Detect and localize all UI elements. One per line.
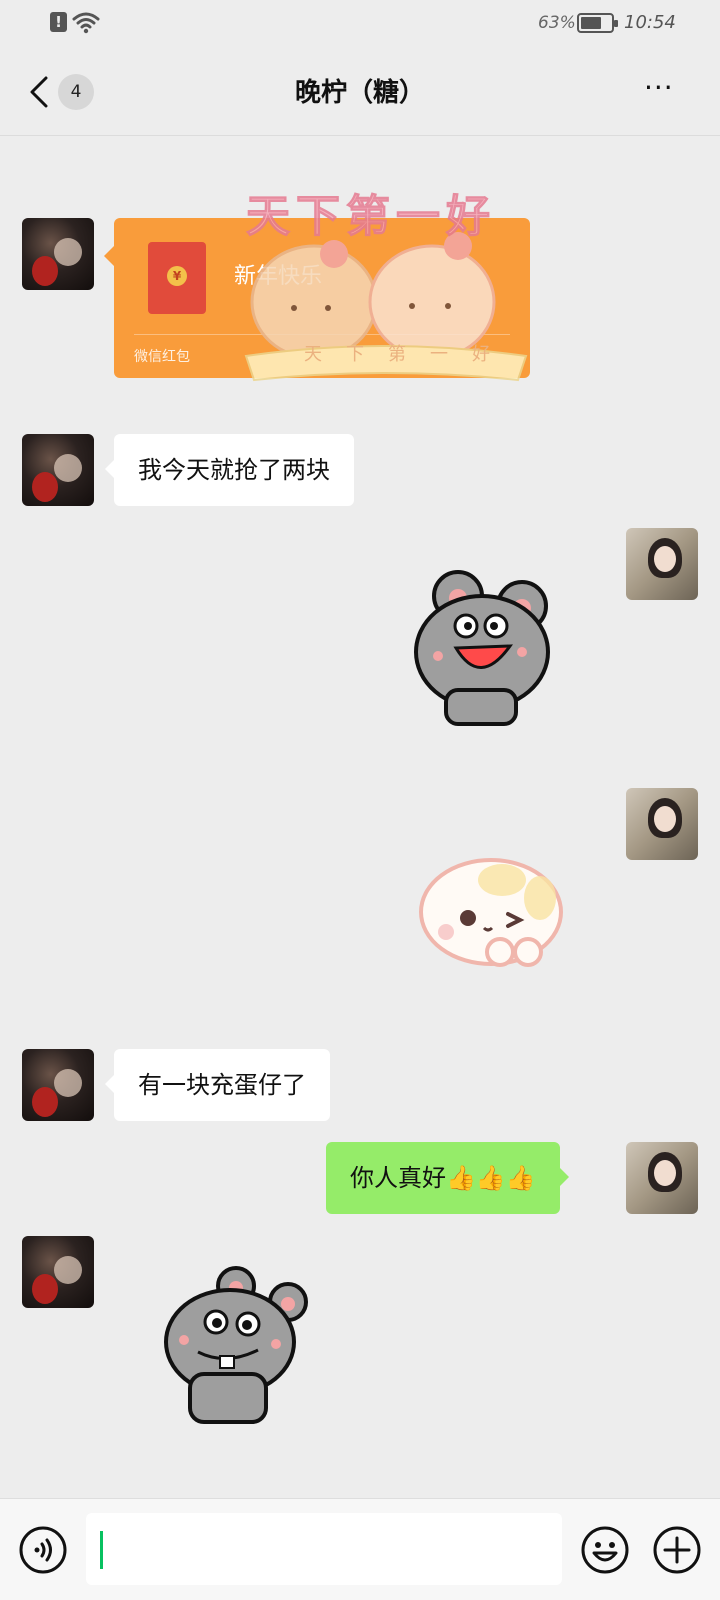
white-cat-wink-sticker-icon[interactable] [416, 854, 566, 978]
gray-mouse-laughing-sticker-icon[interactable] [410, 564, 560, 734]
message-input[interactable] [86, 1513, 562, 1585]
my-avatar[interactable] [626, 788, 698, 860]
gray-mouse-buck-teeth-sticker-icon[interactable] [160, 1266, 310, 1430]
back-chevron-icon [30, 76, 48, 108]
chat-title: 晚柠（糖） [294, 78, 425, 108]
incoming-message-bubble[interactable]: 我今天就抢了两块 [105, 434, 354, 506]
friend-avatar[interactable] [22, 1049, 94, 1121]
friend-avatar[interactable] [22, 434, 94, 506]
my-avatar[interactable] [626, 1142, 698, 1214]
back-button[interactable]: 4 [24, 68, 96, 116]
voice-icon[interactable] [18, 1525, 68, 1575]
status-time: 10:54 [624, 12, 676, 33]
red-envelope-icon: ¥ [148, 242, 206, 314]
alert-icon: ! [50, 12, 67, 32]
wifi-icon [72, 12, 100, 34]
coin-icon: ¥ [167, 266, 187, 286]
more-icon[interactable]: ··· [644, 74, 692, 106]
battery-icon [577, 13, 618, 33]
my-avatar[interactable] [626, 528, 698, 600]
emoji-icon[interactable] [580, 1525, 630, 1575]
red-packet-label: 微信红包 [134, 349, 190, 365]
plus-icon[interactable] [652, 1525, 702, 1575]
overlay-sticker[interactable]: 天下第一好 天下第一好 [236, 180, 536, 396]
overlay-sticker-title: 天下第一好 [246, 191, 496, 243]
input-bar [0, 1498, 720, 1600]
status-bar: ! 63% 10:54 [0, 0, 720, 48]
text-cursor [100, 1531, 103, 1569]
unread-count-badge: 4 [58, 74, 94, 110]
chat-screen: ! 63% 10:54 4 晚柠（糖） ··· ¥ 新年快乐 微信红包 [0, 0, 720, 1600]
battery-percent: 63% [538, 13, 576, 33]
outgoing-message-bubble[interactable]: 你人真好👍👍👍 [326, 1142, 569, 1214]
overlay-sticker-subtitle: 天下第一好 [304, 344, 514, 365]
friend-avatar[interactable] [22, 218, 94, 290]
chat-header: 4 晚柠（糖） ··· [0, 48, 720, 136]
friend-avatar[interactable] [22, 1236, 94, 1308]
incoming-message-bubble[interactable]: 有一块充蛋仔了 [105, 1049, 330, 1121]
